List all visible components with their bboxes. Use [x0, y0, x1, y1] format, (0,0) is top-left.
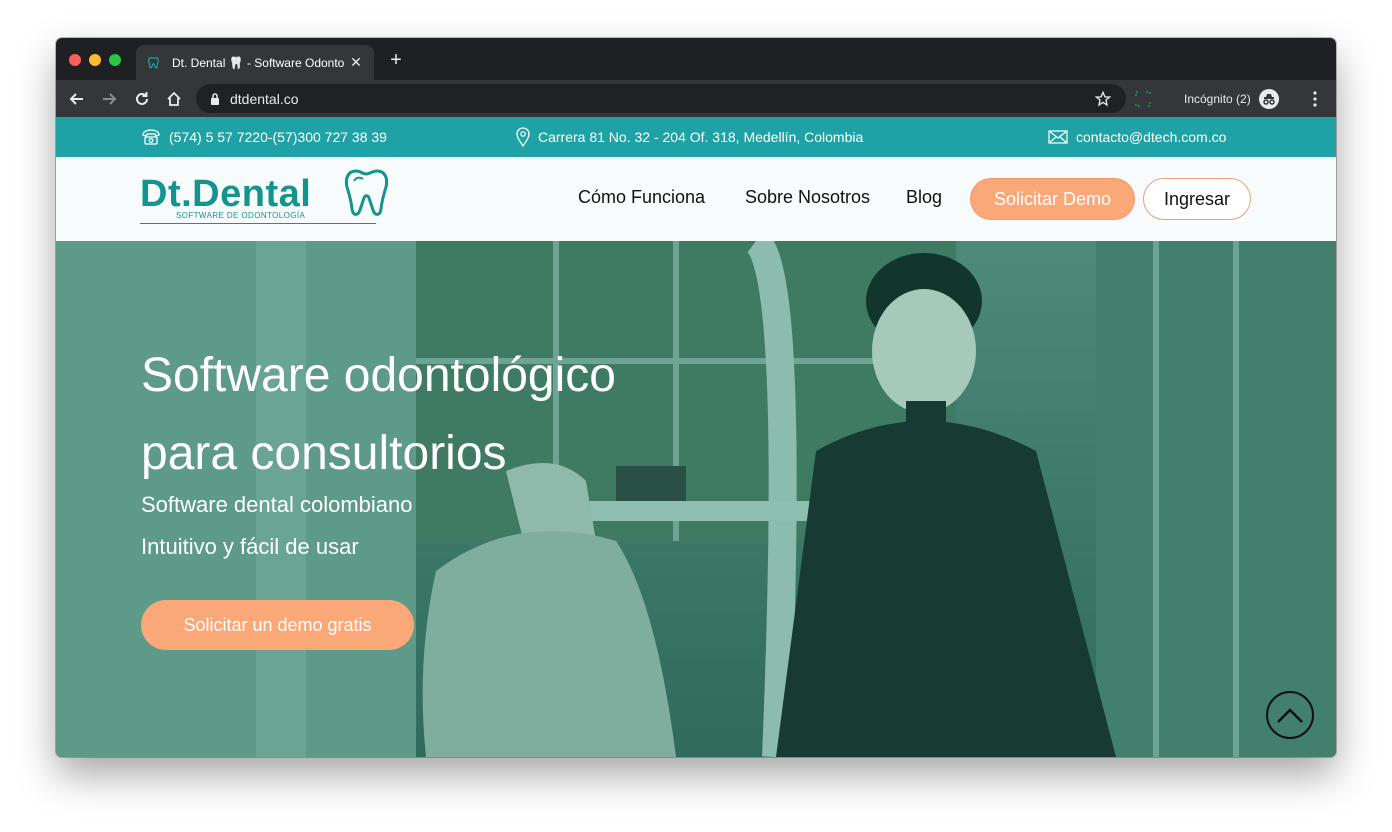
chevron-up-icon	[1277, 708, 1303, 723]
contact-email[interactable]: contacto@dtech.com.co	[1048, 117, 1226, 157]
address-bar[interactable]: dtdental.co	[196, 84, 1126, 113]
hero-title-line2: para consultorios	[141, 427, 507, 480]
address-text: Carrera 81 No. 32 - 204 Of. 318, Medellí…	[538, 129, 864, 145]
menu-icon[interactable]	[1304, 88, 1326, 110]
scroll-to-top-button[interactable]	[1266, 691, 1314, 739]
request-free-demo-button[interactable]: Solicitar un demo gratis	[141, 600, 414, 650]
site-header: Dt.Dental SOFTWARE DE ODONTOLOGÍA Cómo F…	[56, 157, 1336, 241]
login-button[interactable]: Ingresar	[1143, 178, 1251, 220]
hero-section: Software odontológico para consultorios …	[56, 241, 1336, 757]
request-demo-button[interactable]: Solicitar Demo	[970, 178, 1135, 220]
site-logo[interactable]: Dt.Dental SOFTWARE DE ODONTOLOGÍA	[140, 167, 400, 231]
nav-como-funciona[interactable]: Cómo Funciona	[578, 187, 705, 208]
maximize-window-button[interactable]	[109, 54, 121, 66]
phone-icon	[142, 129, 160, 145]
browser-toolbar: dtdental.co Incógnito (2)	[56, 80, 1336, 117]
phone-text: (574) 5 57 7220-(57)300 727 38 39	[169, 129, 387, 145]
forward-icon[interactable]	[98, 88, 120, 110]
logo-text: Dt.Dental	[140, 173, 312, 215]
close-window-button[interactable]	[69, 54, 81, 66]
incognito-label: Incógnito (2)	[1184, 92, 1251, 106]
reload-icon[interactable]	[131, 88, 153, 110]
new-tab-button[interactable]: +	[386, 50, 406, 70]
tab-title: Dt. Dental 🦷 - Software Odontológico	[172, 55, 344, 70]
tab-bar: Dt. Dental 🦷 - Software Odontológico ✕ +	[56, 38, 1336, 80]
email-text: contacto@dtech.com.co	[1076, 129, 1227, 145]
hero-title: Software odontológico para consultorios	[141, 337, 616, 493]
browser-window: Dt. Dental 🦷 - Software Odontológico ✕ +…	[56, 38, 1336, 757]
minimize-window-button[interactable]	[89, 54, 101, 66]
logo-underline	[140, 223, 376, 224]
envelope-icon	[1048, 130, 1068, 144]
extension-icon[interactable]	[1132, 88, 1154, 110]
contact-bar: (574) 5 57 7220-(57)300 727 38 39 Carrer…	[56, 117, 1336, 157]
incognito-indicator[interactable]: Incógnito (2)	[1184, 88, 1279, 110]
lock-icon	[210, 92, 220, 105]
browser-tab[interactable]: Dt. Dental 🦷 - Software Odontológico ✕	[136, 45, 374, 80]
star-icon[interactable]	[1092, 88, 1114, 110]
hero-title-line1: Software odontológico	[141, 349, 616, 402]
contact-phone[interactable]: (574) 5 57 7220-(57)300 727 38 39	[141, 117, 387, 157]
hero-subtitle-line2: Intuitivo y fácil de usar	[141, 534, 359, 559]
tooth-favicon-icon	[146, 55, 162, 71]
logo-subtitle: SOFTWARE DE ODONTOLOGÍA	[176, 211, 306, 220]
close-tab-icon[interactable]: ✕	[348, 54, 364, 71]
nav-blog[interactable]: Blog	[906, 187, 942, 208]
location-pin-icon	[516, 127, 530, 147]
nav-sobre-nosotros[interactable]: Sobre Nosotros	[745, 187, 870, 208]
incognito-icon	[1258, 89, 1279, 109]
hero-subtitle-line1: Software dental colombiano	[141, 492, 413, 517]
url-text: dtdental.co	[230, 90, 299, 107]
contact-address: Carrera 81 No. 32 - 204 Of. 318, Medellí…	[516, 117, 863, 157]
home-icon[interactable]	[163, 88, 185, 110]
back-icon[interactable]	[66, 88, 88, 110]
tooth-logo-icon	[344, 169, 389, 216]
